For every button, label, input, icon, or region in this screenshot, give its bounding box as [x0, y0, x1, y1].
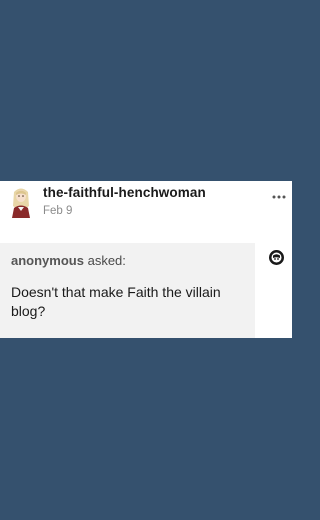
- more-horizontal-icon[interactable]: [272, 190, 286, 204]
- blog-username[interactable]: the-faithful-henchwoman: [43, 185, 206, 200]
- blog-avatar[interactable]: [6, 184, 36, 218]
- post-card: the-faithful-henchwoman Feb 9 anonymous …: [0, 181, 292, 338]
- post-date[interactable]: Feb 9: [43, 205, 72, 217]
- ask-header: anonymous asked:: [11, 253, 126, 268]
- asked-label: asked:: [87, 253, 126, 268]
- asker-name: anonymous: [11, 253, 84, 268]
- ask-question: Doesn't that make Faith the villain blog…: [11, 284, 221, 319]
- anonymous-avatar-icon: [268, 249, 285, 266]
- ask-bubble: anonymous asked: Doesn't that make Faith…: [0, 243, 255, 338]
